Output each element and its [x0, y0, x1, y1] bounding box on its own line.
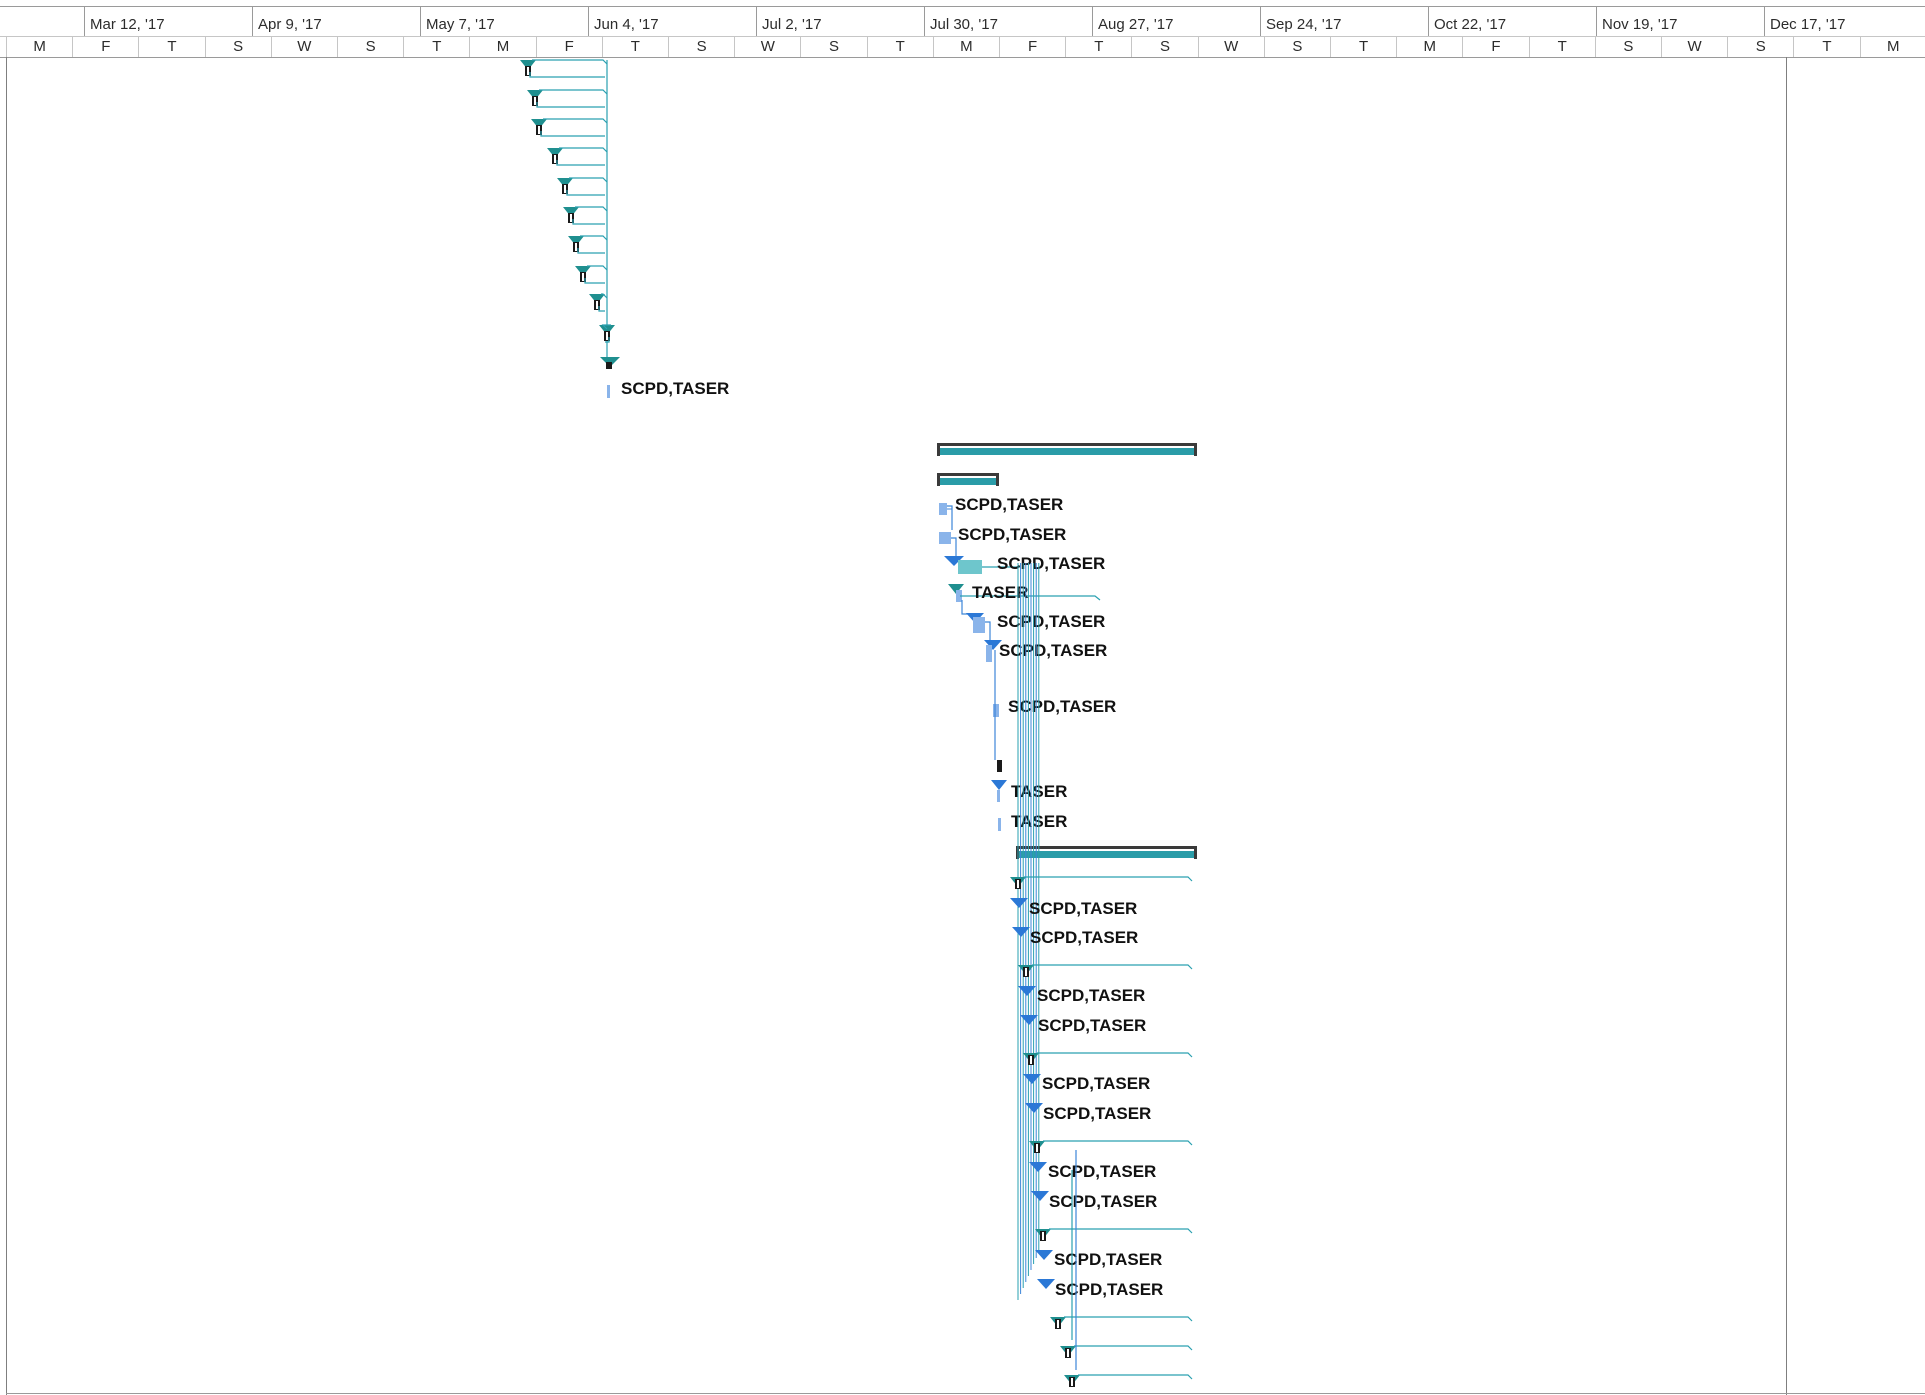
dependency-link	[1032, 964, 1193, 970]
task-bar	[998, 818, 1001, 831]
task-bar	[973, 617, 985, 633]
dependency-link	[947, 505, 953, 530]
dependency-link	[539, 89, 608, 95]
task-bar-stripe	[570, 214, 572, 222]
task-bar	[997, 790, 1000, 802]
task-bar-stripe	[527, 67, 529, 75]
dependency-link	[1043, 1140, 1193, 1146]
dependency-link	[1024, 876, 1193, 882]
milestone-marker	[1035, 1250, 1053, 1260]
task-bar-stripe	[1057, 1320, 1059, 1328]
resource-label: SCPD,TASER	[1008, 697, 1116, 716]
task-bar	[606, 362, 612, 369]
summary-bar-top	[937, 443, 1197, 446]
dependency-link	[580, 235, 608, 241]
summary-bar	[1016, 851, 1197, 858]
resource-label: SCPD,TASER	[621, 379, 729, 398]
task-bar-stripe	[1042, 1232, 1044, 1240]
summary-bar	[937, 448, 1197, 455]
dependency-link	[1064, 1316, 1193, 1322]
resource-label: SCPD,TASER	[955, 495, 1063, 514]
dependency-link	[1037, 1052, 1193, 1058]
milestone-marker	[1037, 1279, 1055, 1289]
task-bar-stripe	[534, 97, 536, 105]
task-bar	[939, 503, 947, 515]
task-bar-stripe	[1067, 1349, 1069, 1357]
resource-label: SCPD,TASER	[1042, 1074, 1150, 1093]
milestone-marker	[991, 780, 1007, 790]
gantt-chart-view[interactable]: Mar 12, '17 Apr 9, '17 May 7, '17 Jun 4, '1…	[0, 0, 1925, 1395]
dependency-link	[587, 265, 608, 271]
dependency-link	[951, 537, 957, 556]
resource-label: SCPD,TASER	[1030, 928, 1138, 947]
milestone-marker	[1029, 1162, 1047, 1172]
task-bar-stripe	[1030, 1056, 1032, 1064]
task-bar-stripe	[538, 126, 540, 134]
task-bar-stripe	[596, 301, 598, 309]
dependency-link	[575, 206, 608, 212]
resource-label: SCPD,TASER	[1043, 1104, 1151, 1123]
dependency-link	[1049, 1228, 1193, 1234]
task-bar-stripe	[575, 243, 577, 251]
dependency-link	[569, 177, 608, 183]
task-bar-stripe	[1017, 880, 1019, 888]
dependency-link	[584, 278, 605, 284]
task-bar	[993, 704, 999, 717]
dependency-link	[543, 118, 608, 124]
summary-bar-cap	[996, 473, 999, 486]
resource-label: TASER	[972, 583, 1028, 602]
dependency-link	[532, 59, 608, 65]
milestone-marker	[1012, 927, 1030, 937]
dependency-link	[985, 621, 991, 640]
summary-bar-cap	[1194, 443, 1197, 456]
task-bar	[607, 385, 610, 398]
dependency-link	[577, 248, 605, 254]
dependency-link	[572, 219, 605, 225]
resource-label: SCPD,TASER	[1029, 899, 1137, 918]
task-bar-stripe	[1025, 968, 1027, 976]
summary-bar-top	[1016, 846, 1197, 849]
resource-label: SCPD,TASER	[1055, 1280, 1163, 1299]
task-bar	[986, 645, 992, 662]
dependency-link	[529, 72, 605, 78]
task-bar	[997, 760, 1002, 772]
resource-label: SCPD,TASER	[997, 612, 1105, 631]
dependency-link	[559, 147, 608, 153]
summary-bar-cap	[937, 473, 940, 486]
resource-label: SCPD,TASER	[958, 525, 1066, 544]
resource-label: SCPD,TASER	[1054, 1250, 1162, 1269]
dependency-link	[536, 102, 605, 108]
task-bar	[939, 532, 951, 544]
task-bar-stripe	[1071, 1378, 1073, 1386]
resource-label: SCPD,TASER	[999, 641, 1107, 660]
gantt-bars-layer: SCPD,TASER SCPD,TASER SCPD,TASER SCPD,TASER…	[520, 59, 1197, 1387]
resource-label: SCPD,TASER	[1048, 1162, 1156, 1181]
dependency-link	[540, 131, 605, 137]
summary-bar-top	[937, 473, 999, 476]
summary-bar-cap	[937, 443, 940, 456]
resource-label: SCPD,TASER	[1038, 1016, 1146, 1035]
task-bar-stripe	[564, 185, 566, 193]
task-bar	[958, 560, 982, 574]
dependency-link	[961, 600, 975, 615]
resource-label: SCPD,TASER	[1037, 986, 1145, 1005]
dependency-link	[1074, 1345, 1193, 1351]
task-bar-stripe	[606, 332, 608, 340]
summary-bar	[937, 478, 999, 485]
resource-label: SCPD,TASER	[1049, 1192, 1157, 1211]
dependency-link	[566, 190, 605, 196]
task-bar-stripe	[554, 155, 556, 163]
milestone-marker	[1025, 1103, 1043, 1113]
resource-label: SCPD,TASER	[997, 554, 1105, 573]
dependency-link	[1078, 1374, 1193, 1380]
dependency-link	[556, 160, 605, 166]
summary-bar-cap	[1194, 846, 1197, 859]
task-bar-stripe	[582, 273, 584, 281]
task-bar-stripe	[1036, 1144, 1038, 1152]
